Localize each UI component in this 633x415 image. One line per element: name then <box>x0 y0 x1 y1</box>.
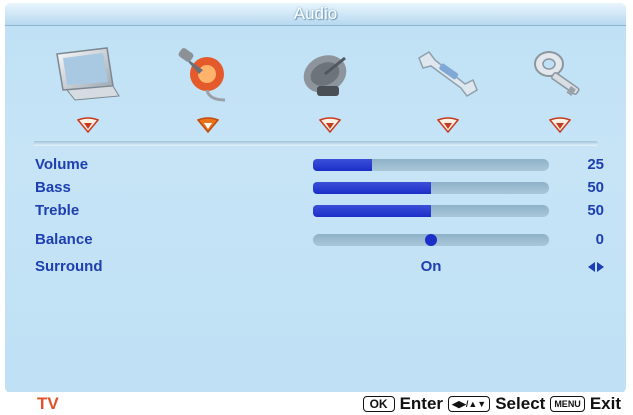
divider <box>33 141 598 146</box>
volume-slider-fill <box>313 159 372 171</box>
balance-row[interactable]: Balance 0 <box>5 228 626 252</box>
input-source-label: TV <box>37 394 59 413</box>
bass-slider[interactable] <box>313 182 549 194</box>
treble-slider-fill <box>313 205 431 217</box>
surround-row[interactable]: Surround On <box>5 255 626 279</box>
tab-marker-icon <box>437 117 459 133</box>
menu-title: Audio <box>293 4 338 23</box>
enter-label: Enter <box>399 394 444 413</box>
left-right-arrows-icon[interactable] <box>588 262 604 272</box>
tab-marker-icon <box>319 117 341 133</box>
tab-marker-selected-icon <box>197 117 219 133</box>
balance-slider-knob[interactable] <box>425 234 437 246</box>
bass-value: 50 <box>587 179 604 196</box>
key-help: OK Enter ◀▶/▲▼ Select MENU Exit <box>362 393 621 415</box>
balance-slider[interactable] <box>313 234 549 246</box>
audio-tab-icon <box>178 48 226 102</box>
key-icon <box>534 51 580 96</box>
audio-tab[interactable] <box>173 43 243 105</box>
bass-row[interactable]: Bass 50 <box>5 176 626 200</box>
bass-slider-fill <box>313 182 431 194</box>
balance-value: 0 <box>595 231 604 248</box>
exit-label: Exit <box>589 394 621 413</box>
volume-label: Volume <box>35 156 89 173</box>
surround-label: Surround <box>35 258 103 275</box>
wrench-icon <box>418 51 478 97</box>
tab-marker-icon <box>77 117 99 133</box>
navigate-key-icon: ◀▶/▲▼ <box>448 396 491 412</box>
balance-label: Balance <box>35 231 93 248</box>
tv-tab[interactable] <box>295 43 365 105</box>
osd-menu-panel: Audio Volume 25 Bass 50 Treble 50 Balanc… <box>5 3 626 393</box>
treble-value: 50 <box>587 202 604 219</box>
treble-slider[interactable] <box>313 205 549 217</box>
tv-tab-icon <box>303 55 347 96</box>
picture-tab[interactable] <box>53 43 123 105</box>
setup-tab[interactable] <box>413 43 483 105</box>
footer: TV OK Enter ◀▶/▲▼ Select MENU Exit <box>0 392 633 415</box>
volume-value: 25 <box>587 156 604 173</box>
treble-label: Treble <box>35 202 80 219</box>
ok-key: OK <box>362 396 395 412</box>
volume-slider[interactable] <box>313 159 549 171</box>
volume-row[interactable]: Volume 25 <box>5 153 626 177</box>
surround-value: On <box>420 258 442 275</box>
parental-tab[interactable] <box>525 43 595 105</box>
title-bar: Audio <box>5 3 626 26</box>
bass-label: Bass <box>35 179 71 196</box>
picture-tab-icon <box>56 47 120 101</box>
tab-marker-icon <box>549 117 571 133</box>
treble-row[interactable]: Treble 50 <box>5 199 626 223</box>
select-label: Select <box>495 394 546 413</box>
menu-key: MENU <box>550 396 585 412</box>
